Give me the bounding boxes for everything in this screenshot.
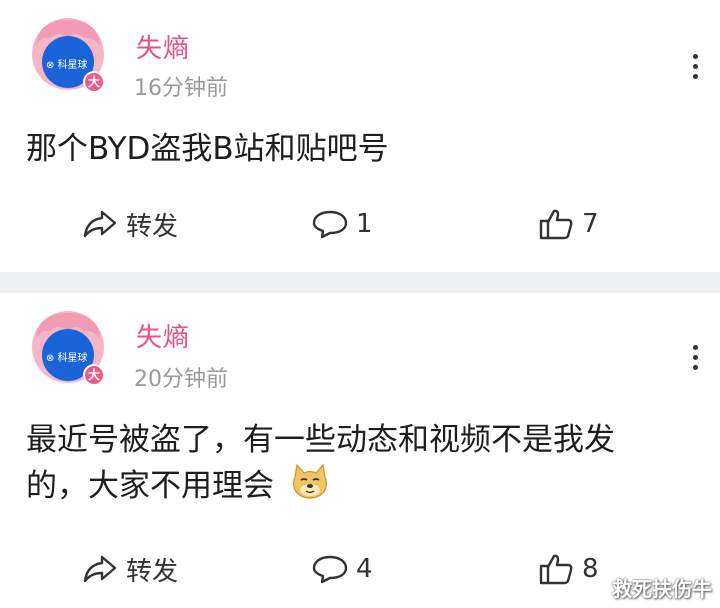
avatar[interactable]: ⊗ 科星球 大 [28,16,108,96]
comment-button[interactable]: 1 [312,204,373,244]
post-text-line: 的，大家不用理会 [26,468,274,504]
more-menu-button[interactable] [690,54,700,79]
avatar-badge: 大 [87,368,100,382]
like-button[interactable]: 8 [538,549,599,589]
more-dot-icon [692,345,698,350]
more-menu-button[interactable] [690,345,700,370]
share-icon [82,209,118,239]
post-time: 16分钟前 [134,76,228,101]
action-bar: 转发 1 7 [0,204,720,244]
avatar[interactable]: ⊗ 科星球 大 [28,309,108,389]
post-card: ⊗ 科星球 大 失熵 16分钟前 那个BYD盗我B站和贴吧号 转发 1 7 [0,0,720,272]
avatar-label: ⊗ 科星球 [46,353,88,364]
more-dot-icon [692,64,698,69]
username[interactable]: 失熵 [136,28,190,65]
thumbs-up-icon [538,553,574,585]
like-count: 8 [582,554,599,584]
share-button[interactable]: 转发 [82,549,178,589]
doge-emoji-icon [290,463,330,512]
share-icon [82,554,118,584]
more-dot-icon [692,365,698,370]
watermark: 救死扶伤牛 [612,577,712,601]
post-text-line-wrap: 的，大家不用理会 [26,463,700,512]
more-dot-icon [692,74,698,79]
post-time: 20分钟前 [134,367,228,392]
thumbs-up-icon [538,208,574,240]
comment-button[interactable]: 4 [312,549,373,589]
like-button[interactable]: 7 [538,204,599,244]
post-text: 最近号被盗了，有一些动态和视频不是我发 的，大家不用理会 [26,417,700,512]
comment-icon [312,209,348,239]
share-label: 转发 [126,556,179,587]
comment-count: 4 [356,554,373,584]
post-text: 那个BYD盗我B站和贴吧号 [26,131,389,167]
share-label: 转发 [126,211,179,242]
like-count: 7 [582,209,599,239]
post-text-line: 最近号被盗了，有一些动态和视频不是我发 [26,422,615,458]
more-dot-icon [692,355,698,360]
username[interactable]: 失熵 [136,317,190,354]
avatar-badge: 大 [87,75,100,89]
more-dot-icon [692,54,698,59]
comment-icon [312,554,348,584]
post-card: ⊗ 科星球 大 失熵 20分钟前 最近号被盗了，有一些动态和视频不是我发 的，大… [0,293,720,608]
comment-count: 1 [356,209,373,239]
avatar-label: ⊗ 科星球 [46,60,88,71]
share-button[interactable]: 转发 [82,204,178,244]
